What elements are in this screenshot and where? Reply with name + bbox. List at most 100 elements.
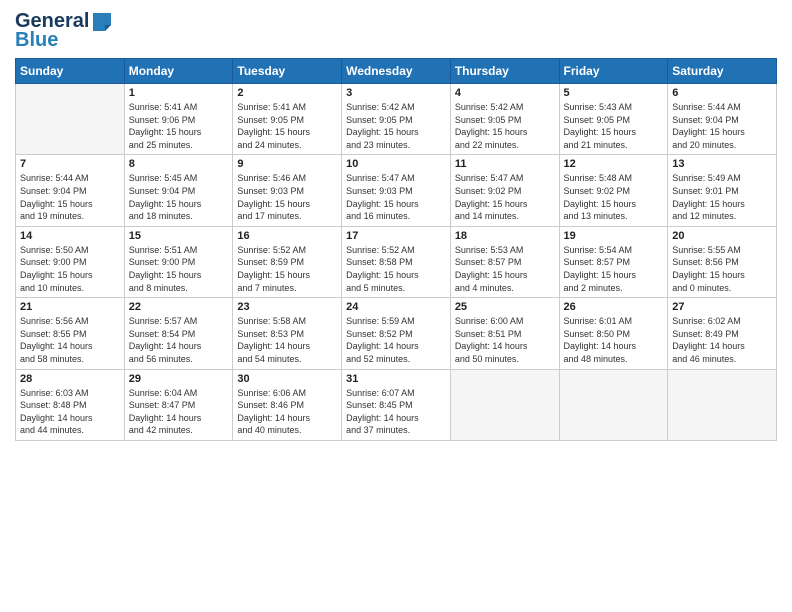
header: General Blue	[15, 10, 777, 52]
calendar-cell: 24 Sunrise: 5:59 AM Sunset: 8:52 PM Dayli…	[342, 298, 451, 369]
weekday-header-saturday: Saturday	[668, 59, 777, 84]
day-number: 13	[672, 158, 772, 170]
week-row-4: 21 Sunrise: 5:56 AM Sunset: 8:55 PM Dayli…	[16, 298, 777, 369]
day-info: Sunrise: 6:02 AM Sunset: 8:49 PM Dayligh…	[672, 315, 772, 365]
day-info: Sunrise: 5:47 AM Sunset: 9:03 PM Dayligh…	[346, 172, 446, 222]
day-number: 26	[564, 301, 664, 313]
calendar-cell: 29Sunrise: 6:04 AM Sunset: 8:47 PM Dayli…	[124, 369, 233, 440]
calendar-cell: 18Sunrise: 5:53 AM Sunset: 8:57 PM Dayli…	[450, 226, 559, 297]
calendar-cell: 30 Sunrise: 6:06 AM Sunset: 8:46 PM Dayli…	[233, 369, 342, 440]
calendar-cell: 6 Sunrise: 5:44 AM Sunset: 9:04 PM Daylig…	[668, 84, 777, 155]
calendar: SundayMondayTuesdayWednesdayThursdayFrid…	[15, 58, 777, 441]
day-info: Sunrise: 6:06 AM Sunset: 8:46 PM Dayligh…	[237, 387, 337, 437]
day-number: 11	[455, 158, 555, 170]
calendar-cell: 28Sunrise: 6:03 AM Sunset: 8:48 PM Dayli…	[16, 369, 125, 440]
calendar-cell: 7 Sunrise: 5:44 AM Sunset: 9:04 PM Daylig…	[16, 155, 125, 226]
calendar-cell	[16, 84, 125, 155]
week-row-1: 1 Sunrise: 5:41 AM Sunset: 9:06 PM Daylig…	[16, 84, 777, 155]
calendar-cell	[559, 369, 668, 440]
weekday-header-row: SundayMondayTuesdayWednesdayThursdayFrid…	[16, 59, 777, 84]
calendar-cell: 8Sunrise: 5:45 AM Sunset: 9:04 PM Daylig…	[124, 155, 233, 226]
day-number: 19	[564, 230, 664, 242]
day-number: 17	[346, 230, 446, 242]
day-number: 7	[20, 158, 120, 170]
calendar-cell	[668, 369, 777, 440]
day-number: 18	[455, 230, 555, 242]
page: General Blue SundayMondayTuesdayWednesda…	[0, 0, 792, 612]
calendar-cell: 20 Sunrise: 5:55 AM Sunset: 8:56 PM Dayli…	[668, 226, 777, 297]
calendar-cell: 21 Sunrise: 5:56 AM Sunset: 8:55 PM Dayli…	[16, 298, 125, 369]
day-number: 16	[237, 230, 337, 242]
day-number: 28	[20, 373, 120, 385]
calendar-cell: 15 Sunrise: 5:51 AM Sunset: 9:00 PM Dayli…	[124, 226, 233, 297]
day-info: Sunrise: 5:45 AM Sunset: 9:04 PM Dayligh…	[129, 172, 229, 222]
day-number: 10	[346, 158, 446, 170]
day-number: 3	[346, 87, 446, 99]
calendar-cell: 9Sunrise: 5:46 AM Sunset: 9:03 PM Daylig…	[233, 155, 342, 226]
week-row-3: 14Sunrise: 5:50 AM Sunset: 9:00 PM Dayli…	[16, 226, 777, 297]
calendar-cell: 16Sunrise: 5:52 AM Sunset: 8:59 PM Dayli…	[233, 226, 342, 297]
day-info: Sunrise: 5:42 AM Sunset: 9:05 PM Dayligh…	[455, 101, 555, 151]
weekday-header-thursday: Thursday	[450, 59, 559, 84]
calendar-cell	[450, 369, 559, 440]
logo-blue: Blue	[15, 29, 58, 52]
calendar-cell: 25 Sunrise: 6:00 AM Sunset: 8:51 PM Dayli…	[450, 298, 559, 369]
day-number: 21	[20, 301, 120, 313]
day-info: Sunrise: 5:49 AM Sunset: 9:01 PM Dayligh…	[672, 172, 772, 222]
day-info: Sunrise: 5:52 AM Sunset: 8:58 PM Dayligh…	[346, 244, 446, 294]
calendar-cell: 5 Sunrise: 5:43 AM Sunset: 9:05 PM Daylig…	[559, 84, 668, 155]
day-number: 5	[564, 87, 664, 99]
day-info: Sunrise: 5:43 AM Sunset: 9:05 PM Dayligh…	[564, 101, 664, 151]
weekday-header-monday: Monday	[124, 59, 233, 84]
logo-icon	[91, 11, 113, 33]
day-info: Sunrise: 5:42 AM Sunset: 9:05 PM Dayligh…	[346, 101, 446, 151]
calendar-cell: 1 Sunrise: 5:41 AM Sunset: 9:06 PM Daylig…	[124, 84, 233, 155]
day-info: Sunrise: 5:48 AM Sunset: 9:02 PM Dayligh…	[564, 172, 664, 222]
calendar-cell: 3 Sunrise: 5:42 AM Sunset: 9:05 PM Daylig…	[342, 84, 451, 155]
day-info: Sunrise: 5:41 AM Sunset: 9:05 PM Dayligh…	[237, 101, 337, 151]
day-number: 29	[129, 373, 229, 385]
calendar-cell: 19 Sunrise: 5:54 AM Sunset: 8:57 PM Dayli…	[559, 226, 668, 297]
day-info: Sunrise: 5:46 AM Sunset: 9:03 PM Dayligh…	[237, 172, 337, 222]
day-info: Sunrise: 5:54 AM Sunset: 8:57 PM Dayligh…	[564, 244, 664, 294]
week-row-2: 7 Sunrise: 5:44 AM Sunset: 9:04 PM Daylig…	[16, 155, 777, 226]
weekday-header-tuesday: Tuesday	[233, 59, 342, 84]
day-number: 1	[129, 87, 229, 99]
day-info: Sunrise: 6:00 AM Sunset: 8:51 PM Dayligh…	[455, 315, 555, 365]
day-info: Sunrise: 5:41 AM Sunset: 9:06 PM Dayligh…	[129, 101, 229, 151]
day-number: 12	[564, 158, 664, 170]
weekday-header-friday: Friday	[559, 59, 668, 84]
calendar-cell: 10 Sunrise: 5:47 AM Sunset: 9:03 PM Dayli…	[342, 155, 451, 226]
calendar-cell: 22Sunrise: 5:57 AM Sunset: 8:54 PM Dayli…	[124, 298, 233, 369]
day-info: Sunrise: 5:51 AM Sunset: 9:00 PM Dayligh…	[129, 244, 229, 294]
day-info: Sunrise: 5:44 AM Sunset: 9:04 PM Dayligh…	[672, 101, 772, 151]
calendar-cell: 14Sunrise: 5:50 AM Sunset: 9:00 PM Dayli…	[16, 226, 125, 297]
day-number: 15	[129, 230, 229, 242]
calendar-cell: 11Sunrise: 5:47 AM Sunset: 9:02 PM Dayli…	[450, 155, 559, 226]
day-number: 24	[346, 301, 446, 313]
day-number: 23	[237, 301, 337, 313]
day-info: Sunrise: 5:58 AM Sunset: 8:53 PM Dayligh…	[237, 315, 337, 365]
day-info: Sunrise: 6:01 AM Sunset: 8:50 PM Dayligh…	[564, 315, 664, 365]
day-number: 14	[20, 230, 120, 242]
day-info: Sunrise: 5:56 AM Sunset: 8:55 PM Dayligh…	[20, 315, 120, 365]
calendar-cell: 31Sunrise: 6:07 AM Sunset: 8:45 PM Dayli…	[342, 369, 451, 440]
day-number: 30	[237, 373, 337, 385]
day-number: 20	[672, 230, 772, 242]
day-number: 6	[672, 87, 772, 99]
calendar-cell: 23 Sunrise: 5:58 AM Sunset: 8:53 PM Dayli…	[233, 298, 342, 369]
day-number: 2	[237, 87, 337, 99]
weekday-header-wednesday: Wednesday	[342, 59, 451, 84]
day-info: Sunrise: 6:07 AM Sunset: 8:45 PM Dayligh…	[346, 387, 446, 437]
week-row-5: 28Sunrise: 6:03 AM Sunset: 8:48 PM Dayli…	[16, 369, 777, 440]
day-number: 27	[672, 301, 772, 313]
logo: General Blue	[15, 10, 113, 52]
day-info: Sunrise: 5:55 AM Sunset: 8:56 PM Dayligh…	[672, 244, 772, 294]
day-info: Sunrise: 5:59 AM Sunset: 8:52 PM Dayligh…	[346, 315, 446, 365]
calendar-cell: 12 Sunrise: 5:48 AM Sunset: 9:02 PM Dayli…	[559, 155, 668, 226]
calendar-cell: 2 Sunrise: 5:41 AM Sunset: 9:05 PM Daylig…	[233, 84, 342, 155]
day-info: Sunrise: 5:57 AM Sunset: 8:54 PM Dayligh…	[129, 315, 229, 365]
calendar-cell: 4Sunrise: 5:42 AM Sunset: 9:05 PM Daylig…	[450, 84, 559, 155]
day-info: Sunrise: 5:44 AM Sunset: 9:04 PM Dayligh…	[20, 172, 120, 222]
day-number: 25	[455, 301, 555, 313]
